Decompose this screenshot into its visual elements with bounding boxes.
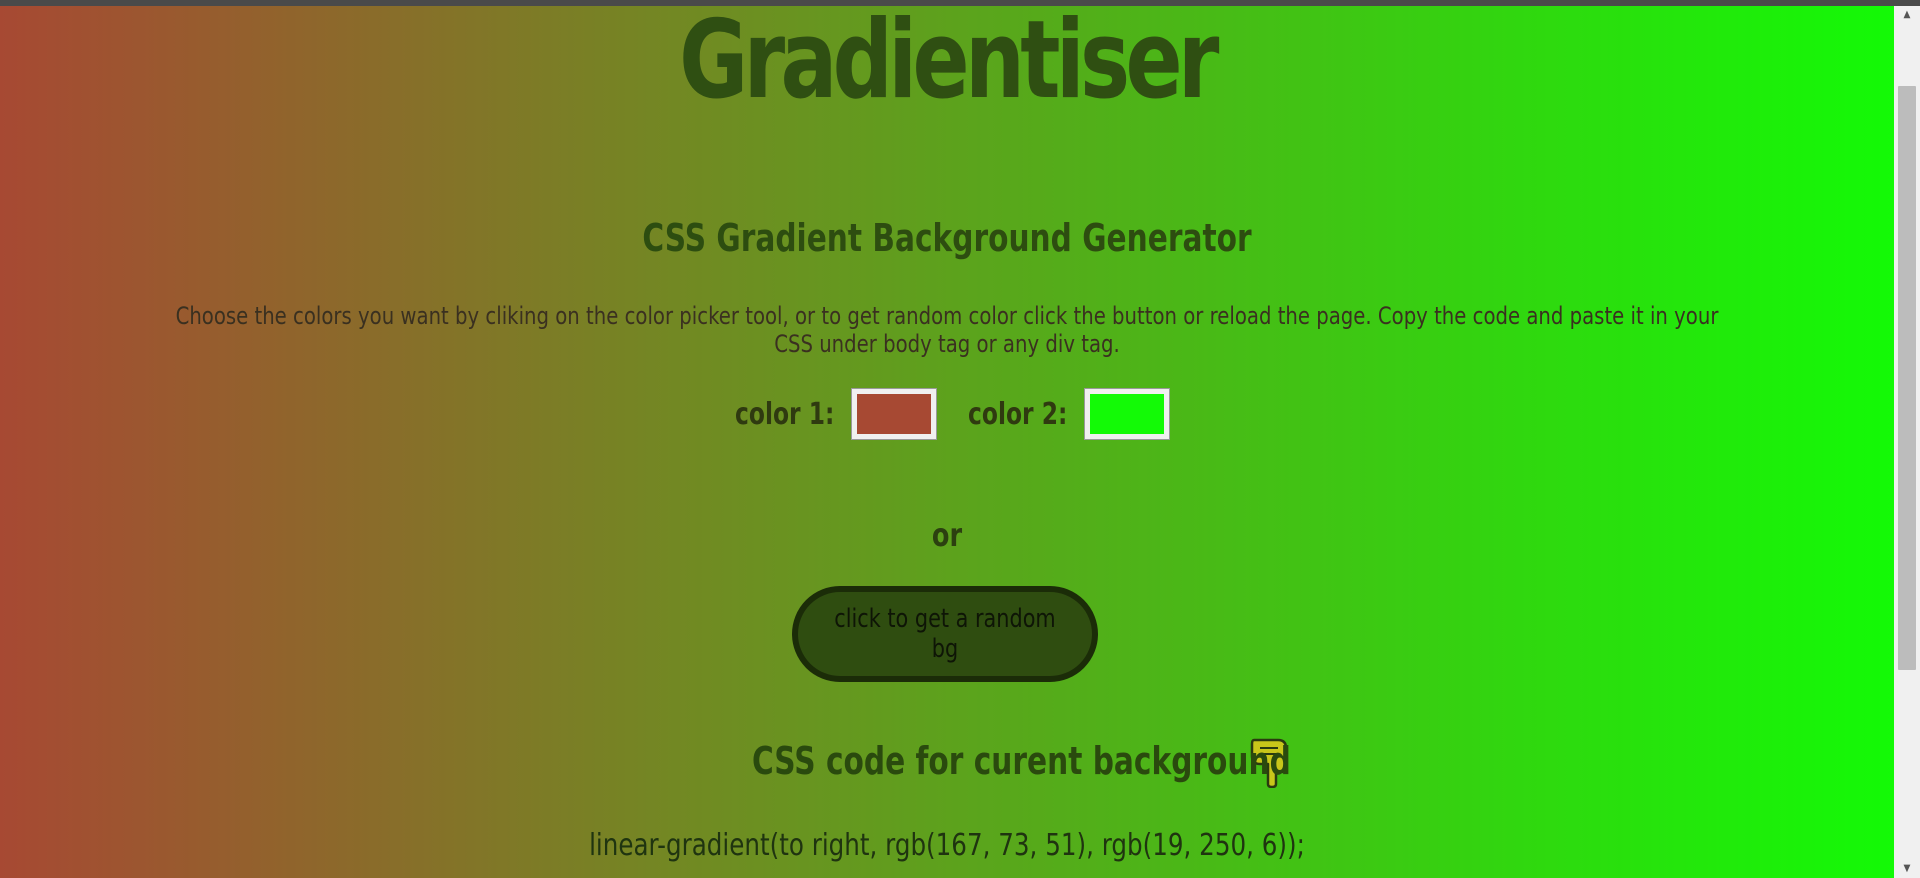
code-heading-text: CSS code for curent background bbox=[751, 739, 1291, 783]
page-title: Gradientiser bbox=[679, 6, 1219, 123]
page-subtitle: CSS Gradient Background Generator bbox=[642, 216, 1252, 260]
color-pickers: color 1: color 2: bbox=[0, 387, 1894, 441]
color1-label: color 1: bbox=[734, 396, 834, 432]
css-code-output: linear-gradient(to right, rgb(167, 73, 5… bbox=[589, 828, 1305, 863]
scrollbar-thumb[interactable] bbox=[1898, 86, 1916, 670]
or-separator: or bbox=[931, 516, 963, 554]
vertical-scrollbar[interactable]: ▲ ▼ bbox=[1894, 6, 1920, 878]
color2-picker[interactable] bbox=[1084, 388, 1171, 440]
page-viewport: Gradientiser CSS Gradient Background Gen… bbox=[0, 6, 1894, 878]
color2-label: color 2: bbox=[968, 396, 1068, 432]
random-background-button[interactable]: click to get a random bg bbox=[792, 586, 1098, 682]
scroll-down-arrow-icon[interactable]: ▼ bbox=[1894, 860, 1920, 878]
color1-picker[interactable] bbox=[851, 388, 937, 440]
code-heading: CSS code for curent background bbox=[0, 734, 1894, 788]
random-background-button-label: click to get a random bg bbox=[834, 604, 1056, 664]
scroll-up-arrow-icon[interactable]: ▲ bbox=[1894, 6, 1920, 24]
page-description: Choose the colors you want by cliking on… bbox=[175, 302, 1719, 358]
